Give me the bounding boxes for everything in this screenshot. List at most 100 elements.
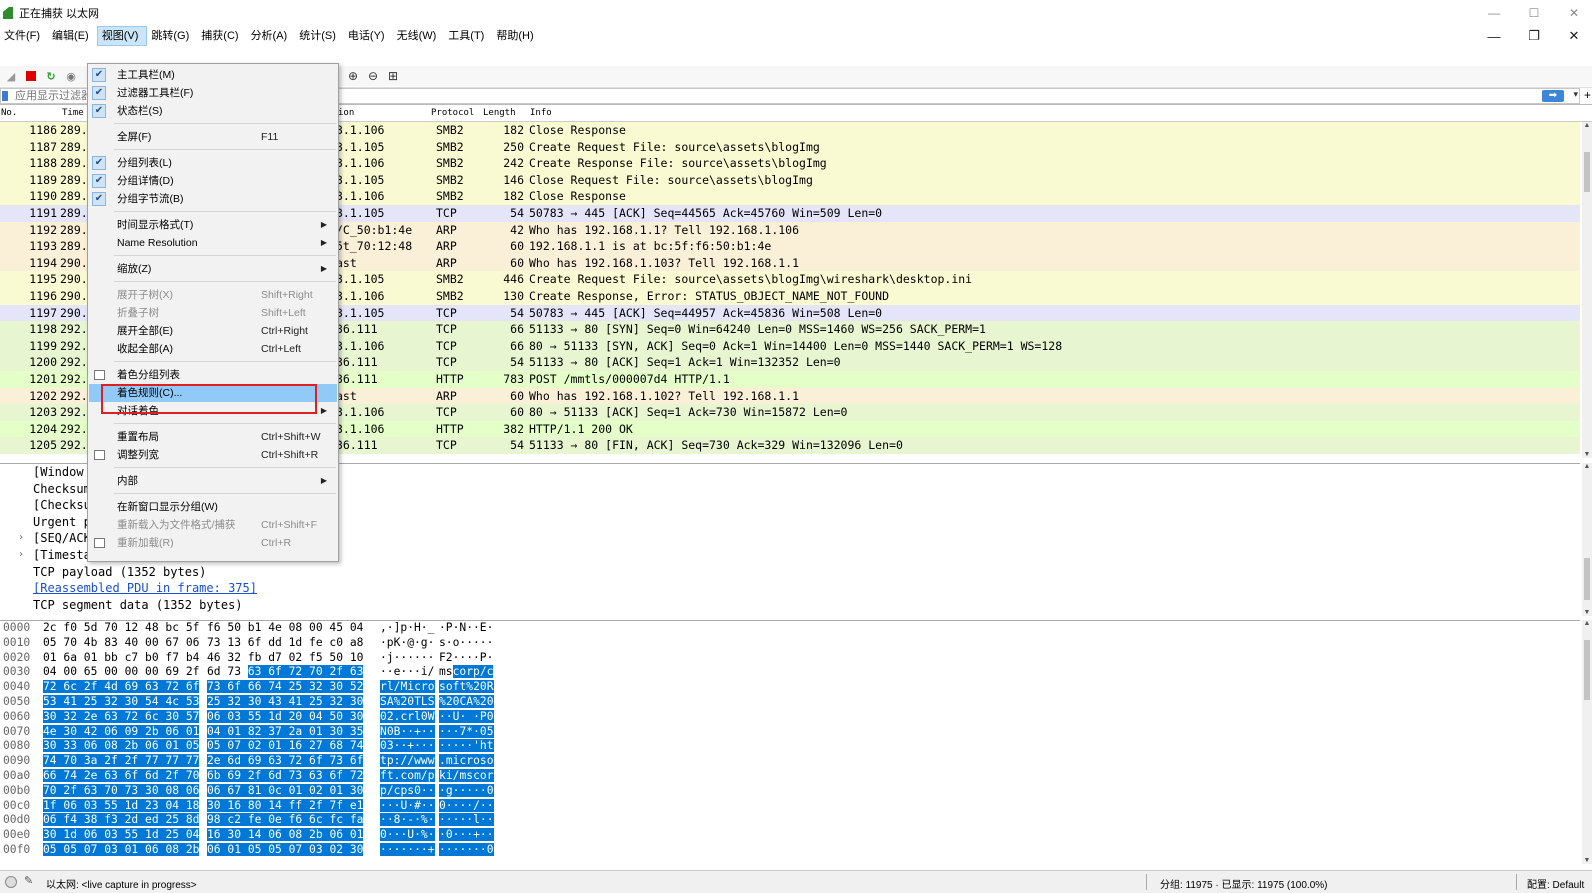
ascii-right[interactable]: ·g·····0 — [439, 783, 494, 799]
profile-label[interactable]: 配置: Default — [1527, 876, 1591, 891]
ascii-left[interactable]: 03··+··· — [380, 739, 435, 754]
capture-options-icon[interactable]: ◉ — [64, 69, 78, 83]
view-menu-item[interactable]: 缩放(Z) ▶ — [89, 260, 337, 278]
menu-item[interactable]: 无线(W) — [393, 26, 445, 46]
bytes-scrollbar[interactable]: ▲ ▼ — [1582, 620, 1592, 864]
ascii-left[interactable]: ··e···i/ — [380, 665, 434, 680]
apply-filter-button[interactable]: ➡ — [1542, 90, 1564, 102]
hex-bytes-right[interactable]: 2e 6d 69 63 72 6f 73 6f — [207, 754, 364, 769]
menu-item[interactable]: 帮助(H) — [492, 26, 541, 46]
ascii-right[interactable]: ·······0 — [439, 842, 494, 858]
hex-bytes-right[interactable]: 46 32 fb d7 02 f5 50 10 — [207, 651, 363, 666]
restore-icon[interactable]: ❐ — [1526, 28, 1542, 44]
hex-bytes-left[interactable]: 05 05 07 03 01 06 08 2b — [43, 842, 200, 858]
detail-tree-item[interactable]: [Reassembled PDU in frame: 375] — [0, 580, 1580, 597]
add-filter-button[interactable]: + — [1584, 88, 1591, 102]
hex-bytes-left[interactable]: 30 33 06 08 2b 06 01 05 — [43, 739, 200, 754]
hex-bytes-left[interactable]: 06 f4 38 f3 2d ed 25 8d — [43, 813, 200, 828]
chevron-down-icon[interactable]: ▾ — [1573, 89, 1578, 100]
menu-item[interactable]: 跳转(G) — [147, 26, 197, 46]
menu-item[interactable]: 捕获(C) — [197, 26, 246, 46]
view-menu-item[interactable]: 着色分组列表 — [89, 366, 337, 384]
maximize-icon[interactable]: ☐ — [1526, 6, 1542, 20]
ascii-left[interactable]: ·j······ — [380, 651, 434, 666]
column-destination[interactable]: ion — [338, 108, 354, 118]
ascii-right[interactable]: %20CA%20 — [439, 694, 494, 710]
close-icon[interactable]: ✕ — [1566, 6, 1582, 20]
hex-bytes-right[interactable]: 6b 69 2f 6d 73 63 6f 72 — [207, 768, 364, 784]
ascii-right[interactable]: mscorp/c — [439, 665, 494, 680]
start-capture-icon[interactable]: ◢ — [4, 69, 18, 83]
menu-item[interactable]: 统计(S) — [295, 26, 344, 46]
scroll-thumb[interactable] — [1584, 558, 1590, 600]
hex-bytes-left[interactable]: 72 6c 2f 4d 69 63 72 6f — [43, 680, 200, 695]
ascii-right[interactable]: ki/mscor — [439, 768, 494, 784]
view-menu-item[interactable]: 调整列宽 Ctrl+Shift+R — [89, 446, 337, 464]
ascii-left[interactable]: ···U·#·· — [380, 798, 435, 814]
expert-info-icon[interactable] — [5, 876, 17, 888]
column-time[interactable]: Time — [62, 108, 84, 118]
hex-bytes-left[interactable]: 4e 30 42 06 09 2b 06 01 — [43, 724, 200, 740]
ascii-right[interactable]: 0····/·· — [439, 798, 494, 814]
zoom-out-icon[interactable]: ⊖ — [366, 69, 380, 83]
ascii-left[interactable]: ,·]p·H·_ — [380, 621, 434, 636]
hex-bytes-right[interactable]: 04 01 82 37 2a 01 30 35 — [207, 724, 364, 740]
view-menu-item[interactable]: 收起全部(A) Ctrl+Left — [89, 340, 337, 358]
hex-bytes-left[interactable]: 30 32 2e 63 72 6c 30 57 — [43, 709, 200, 725]
minimize-icon[interactable]: — — [1486, 6, 1502, 20]
view-menu-item[interactable]: 展开全部(E) Ctrl+Right — [89, 322, 337, 340]
hex-bytes-right[interactable]: f6 50 b1 4e 08 00 45 04 — [207, 621, 363, 636]
detail-link[interactable]: [Reassembled PDU in frame: 375] — [33, 580, 257, 597]
hex-bytes-right[interactable]: 06 01 05 05 07 03 02 30 — [207, 842, 364, 858]
menu-item[interactable]: 分析(A) — [247, 26, 296, 46]
hex-bytes-right[interactable]: 25 32 30 43 41 25 32 30 — [207, 694, 364, 710]
scroll-down-icon[interactable]: ▼ — [1582, 609, 1592, 616]
restart-capture-icon[interactable]: ↻ — [44, 69, 58, 83]
hex-bytes-right[interactable]: 16 30 14 06 08 2b 06 01 — [207, 828, 364, 843]
ascii-right[interactable]: ·P·N··E· — [439, 621, 493, 636]
packet-list-scrollbar[interactable]: ▲ ▼ — [1582, 122, 1592, 458]
hex-bytes-right[interactable]: 06 67 81 0c 01 02 01 30 — [207, 783, 364, 799]
hex-bytes-right[interactable]: 73 13 6f dd 1d fe c0 a8 — [207, 636, 363, 651]
view-menu-item[interactable]: ✔ 状态栏(S) — [89, 102, 337, 120]
ascii-right[interactable]: F2····P· — [439, 651, 493, 666]
ascii-left[interactable]: ·pK·@·g· — [380, 636, 434, 651]
hex-bytes-right[interactable]: 73 6f 66 74 25 32 30 52 — [207, 680, 364, 695]
ascii-left[interactable]: rl/Micro — [380, 680, 435, 695]
hex-bytes-left[interactable]: 2c f0 5d 70 12 48 bc 5f — [43, 621, 199, 636]
hex-bytes-left[interactable]: 30 1d 06 03 55 1d 25 04 — [43, 828, 200, 843]
hex-bytes-right[interactable]: 6d 73 63 6f 72 70 2f 63 — [207, 665, 364, 680]
ascii-left[interactable]: 02.crl0W — [380, 709, 435, 725]
column-protocol[interactable]: Protocol — [431, 108, 474, 118]
ascii-right[interactable]: s·o····· — [439, 636, 493, 651]
ascii-left[interactable]: SA%20TLS — [380, 694, 435, 710]
view-menu-item[interactable]: ✔ 分组列表(L) — [89, 154, 337, 172]
view-menu-item[interactable]: ✔ 过滤器工具栏(F) — [89, 84, 337, 102]
expander-icon[interactable]: › — [18, 547, 24, 564]
details-scrollbar[interactable]: ▲ ▼ — [1582, 463, 1592, 616]
ascii-right[interactable]: ·0···+·· — [439, 828, 494, 843]
scroll-up-icon[interactable]: ▲ — [1582, 620, 1592, 627]
hex-bytes-left[interactable]: 53 41 25 32 30 54 4c 53 — [43, 694, 200, 710]
ascii-left[interactable]: tp://www — [380, 754, 435, 769]
view-menu-item[interactable]: ✔ 分组字节流(B) — [89, 190, 337, 208]
hex-bytes-left[interactable]: 66 74 2e 63 6f 6d 2f 70 — [43, 768, 200, 784]
scroll-down-icon[interactable]: ▼ — [1582, 451, 1592, 458]
scroll-thumb[interactable] — [1584, 640, 1590, 700]
hex-bytes-left[interactable]: 04 00 65 00 00 00 69 2f — [43, 665, 199, 680]
ascii-right[interactable]: soft%20R — [439, 680, 494, 695]
edit-comment-icon[interactable]: ✎ — [24, 874, 33, 887]
expander-icon[interactable]: › — [18, 530, 24, 547]
view-menu-item[interactable]: 全屏(F) F11 — [89, 128, 337, 146]
ascii-right[interactable]: ·····'ht — [439, 739, 494, 754]
ascii-right[interactable]: ···7*·05 — [439, 724, 494, 740]
ascii-left[interactable]: p/cps0·· — [380, 783, 435, 799]
ascii-left[interactable]: ft.com/p — [380, 768, 435, 784]
view-menu-item[interactable]: 时间显示格式(T) ▶ — [89, 216, 337, 234]
column-length[interactable]: Length — [483, 108, 516, 118]
view-menu-item[interactable]: 重置布局 Ctrl+Shift+W — [89, 428, 337, 446]
menu-item[interactable]: 文件(F) — [0, 26, 48, 46]
scroll-down-icon[interactable]: ▼ — [1582, 857, 1592, 864]
hex-bytes-right[interactable]: 30 16 80 14 ff 2f 7f e1 — [207, 798, 364, 814]
ascii-left[interactable]: ··8·-·%· — [380, 813, 435, 828]
